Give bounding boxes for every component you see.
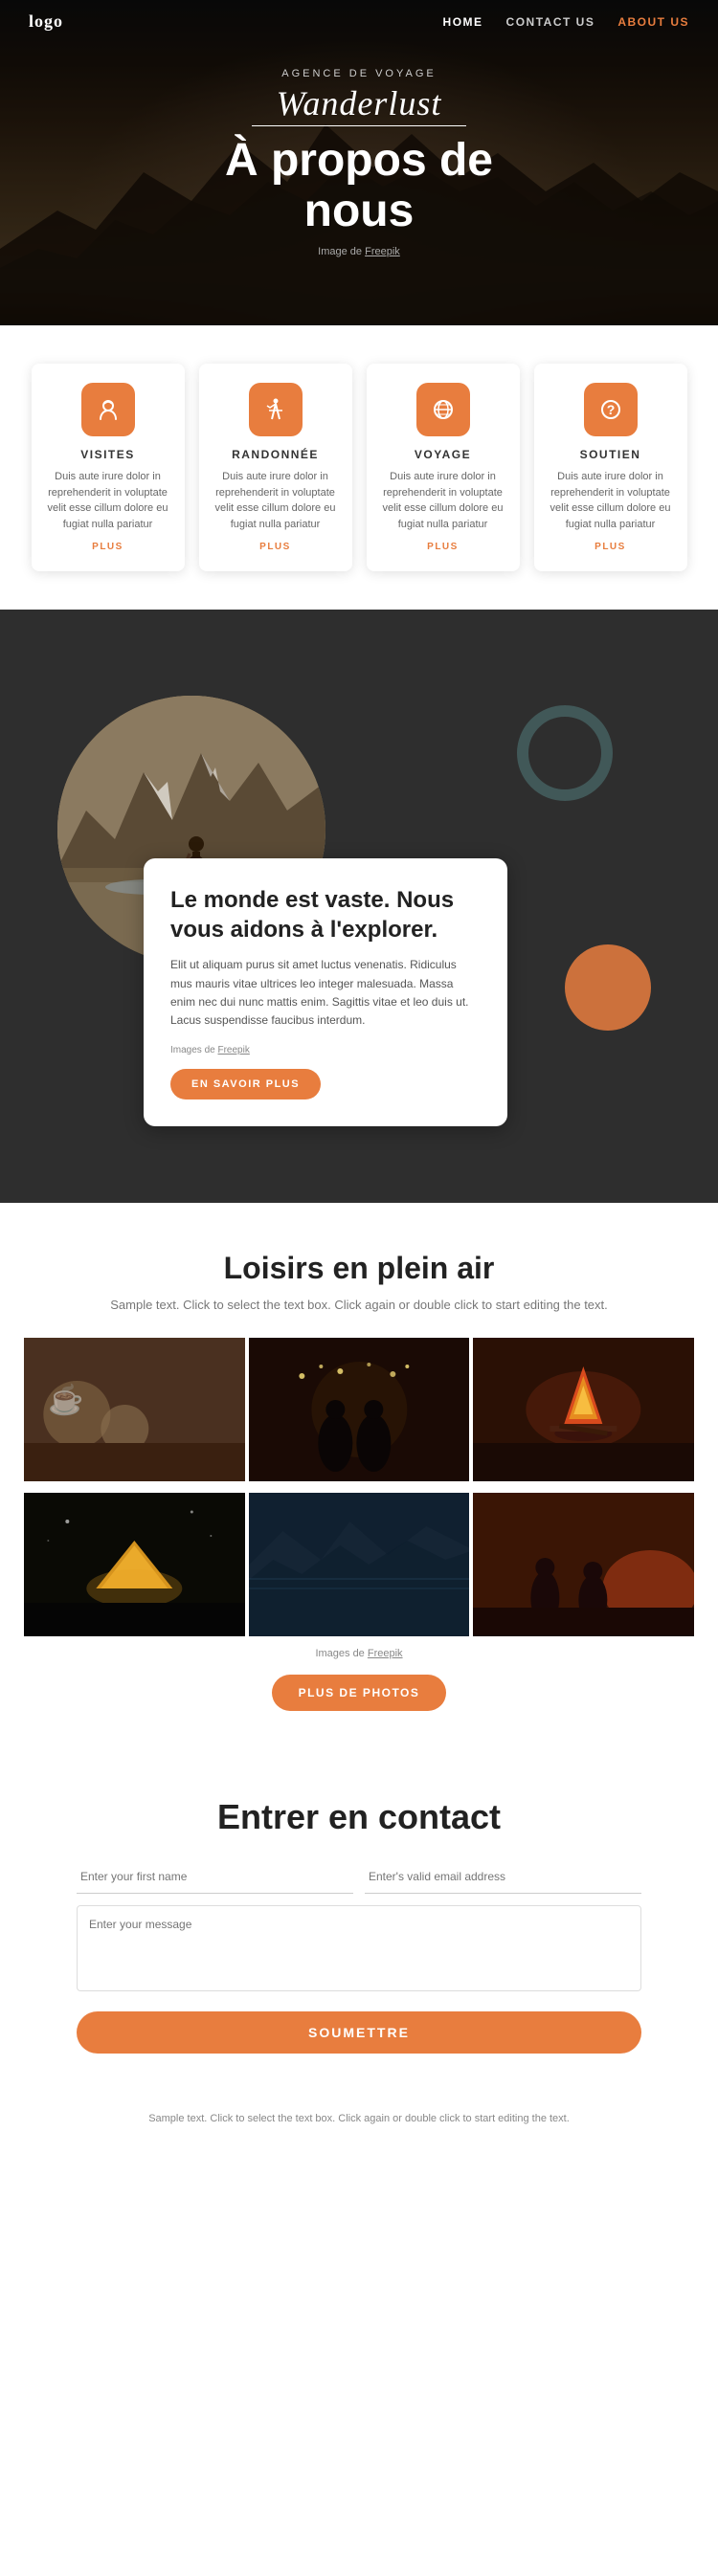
svg-text:?: ? [606, 402, 615, 417]
photo-5 [249, 1493, 470, 1636]
card-randonnee-title: RANDONNÉE [213, 448, 338, 461]
card-visites-title: VISITES [46, 448, 170, 461]
en-savoir-plus-button[interactable]: EN SAVOIR PLUS [170, 1069, 321, 1099]
randonnee-icon [249, 383, 303, 436]
card-visites-link[interactable]: PLUS [46, 542, 170, 552]
hero-brand: Wanderlust [225, 83, 493, 126]
contact-message-input[interactable] [77, 1905, 641, 1991]
logo: logo [29, 11, 63, 32]
cards-section: VISITES Duis aute irure dolor in reprehe… [0, 325, 718, 610]
contact-title: Entrer en contact [77, 1797, 641, 1837]
nav-link-about[interactable]: ABOUT US [617, 15, 689, 29]
contact-submit-button[interactable]: SOUMETTRE [77, 2011, 641, 2054]
soutien-icon: ? [584, 383, 638, 436]
visites-icon [81, 383, 135, 436]
dark-section-inner: Le monde est vaste. Nous vous aidons à l… [29, 667, 689, 1145]
leisure-title: Loisirs en plein air [24, 1251, 694, 1286]
contact-email-input[interactable] [365, 1860, 641, 1894]
nav-link-home[interactable]: HOME [443, 15, 483, 29]
dark-section: Le monde est vaste. Nous vous aidons à l… [0, 610, 718, 1203]
hero-section: AGENCE DE VOYAGE Wanderlust À propos de … [0, 0, 718, 325]
grid-credit: Images de Freepik [24, 1648, 694, 1659]
teal-circle-decoration [517, 705, 613, 801]
contact-name-email-row [77, 1860, 641, 1894]
card-visites-text: Duis aute irure dolor in reprehenderit i… [46, 469, 170, 532]
card-visites: VISITES Duis aute irure dolor in reprehe… [32, 364, 185, 571]
card-soutien-title: SOUTIEN [549, 448, 673, 461]
card-soutien-link[interactable]: PLUS [549, 542, 673, 552]
hero-agency-label: AGENCE DE VOYAGE [225, 68, 493, 79]
dark-text-body: Elit ut aliquam purus sit amet luctus ve… [170, 956, 481, 1030]
photo-4 [24, 1493, 245, 1636]
voyage-icon [416, 383, 470, 436]
nav-links: HOME CONTACT US ABOUT US [443, 15, 689, 29]
card-randonnee-link[interactable]: PLUS [213, 542, 338, 552]
photo-6 [473, 1493, 694, 1636]
card-voyage-title: VOYAGE [381, 448, 505, 461]
photo-1: ☕ [24, 1338, 245, 1481]
hero-title: À propos de nous [225, 136, 493, 237]
contact-first-name-input[interactable] [77, 1860, 353, 1894]
leisure-section: Loisirs en plein air Sample text. Click … [0, 1203, 718, 1749]
dark-text-box: Le monde est vaste. Nous vous aidons à l… [144, 858, 507, 1126]
photo-3 [473, 1338, 694, 1481]
card-voyage-text: Duis aute irure dolor in reprehenderit i… [381, 469, 505, 532]
photo-grid-top: ☕ [24, 1338, 694, 1481]
card-soutien: ? SOUTIEN Duis aute irure dolor in repre… [534, 364, 687, 571]
hero-content: AGENCE DE VOYAGE Wanderlust À propos de … [225, 68, 493, 258]
photo-grid-bottom [24, 1493, 694, 1636]
plus-de-photos-button[interactable]: PLUS DE PHOTOS [272, 1675, 447, 1711]
contact-section: Entrer en contact SOUMETTRE [0, 1749, 718, 2092]
navbar: logo HOME CONTACT US ABOUT US [0, 0, 718, 43]
card-randonnee-text: Duis aute irure dolor in reprehenderit i… [213, 469, 338, 532]
leisure-subtitle: Sample text. Click to select the text bo… [24, 1296, 694, 1315]
dark-text-title: Le monde est vaste. Nous vous aidons à l… [170, 885, 481, 944]
footer: Sample text. Click to select the text bo… [0, 2092, 718, 2147]
svg-text:☕: ☕ [48, 1382, 83, 1416]
nav-link-contact[interactable]: CONTACT US [506, 15, 595, 29]
card-randonnee: RANDONNÉE Duis aute irure dolor in repre… [199, 364, 352, 571]
orange-circle-decoration [565, 944, 651, 1031]
card-voyage-link[interactable]: PLUS [381, 542, 505, 552]
dark-credit: Images de Freepik [170, 1045, 481, 1055]
photo-2 [249, 1338, 470, 1481]
hero-credit: Image de Freepik [225, 246, 493, 257]
card-soutien-text: Duis aute irure dolor in reprehenderit i… [549, 469, 673, 532]
footer-text: Sample text. Click to select the text bo… [19, 2111, 699, 2128]
card-voyage: VOYAGE Duis aute irure dolor in reprehen… [367, 364, 520, 571]
